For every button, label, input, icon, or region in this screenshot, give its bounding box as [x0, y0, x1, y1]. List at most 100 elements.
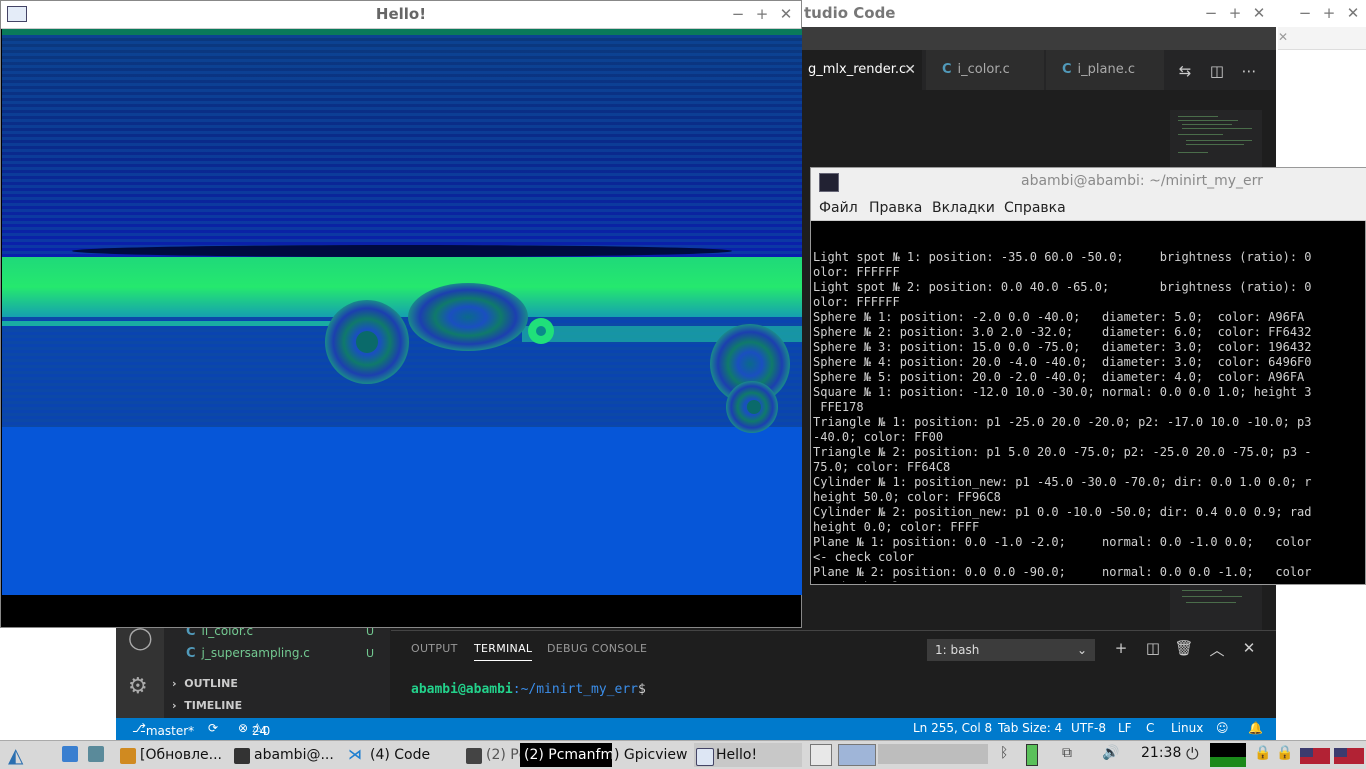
- taskbar-item-hello[interactable]: Hello!: [694, 743, 802, 767]
- menu-file[interactable]: Файл: [819, 200, 858, 216]
- split-editor-icon[interactable]: ◫: [1206, 62, 1228, 80]
- maximize-icon[interactable]: +: [753, 5, 771, 23]
- c-file-icon: C: [942, 62, 952, 77]
- branch-status[interactable]: ⎇ master*: [132, 721, 194, 738]
- add-terminal-icon[interactable]: +: [1111, 639, 1131, 657]
- terminal-icon: [819, 173, 839, 192]
- vscode-icon: ⋊: [348, 747, 362, 763]
- taskbar-item-terminal[interactable]: abambi@...: [232, 743, 338, 767]
- trash-icon[interactable]: 🗑: [1174, 639, 1194, 657]
- clock[interactable]: 21:38: [1141, 745, 1181, 761]
- background-tab-strip: ✕: [1278, 27, 1366, 50]
- split-terminal-icon[interactable]: ◫: [1143, 639, 1163, 657]
- background-window-titlebar: − + ✕: [1278, 0, 1366, 28]
- terminal-line: Sphere № 2: position: 3.0 2.0 -32.0; dia…: [813, 325, 1312, 339]
- keyboard-layout-flag-icon[interactable]: [1334, 748, 1364, 764]
- render-canvas[interactable]: [2, 29, 802, 595]
- menu-tabs[interactable]: Вкладки: [932, 200, 995, 216]
- more-actions-icon[interactable]: ⋯: [1238, 62, 1260, 80]
- terminal-line: height 0.0; color: FFFF: [813, 520, 980, 534]
- problems-status[interactable]: ⊗ 24 ⚠ 0: [238, 721, 270, 738]
- power-icon[interactable]: ⏻: [1186, 744, 1199, 764]
- bell-icon[interactable]: 🔔: [1248, 721, 1263, 735]
- gear-icon[interactable]: ⚙: [128, 674, 148, 699]
- explorer-file-row[interactable]: Cj_supersampling.c: [186, 646, 310, 661]
- warning-count: 0: [262, 724, 271, 738]
- feedback-icon[interactable]: ☺: [1216, 721, 1229, 735]
- tab-debug-console[interactable]: DEBUG CONSOLE: [547, 642, 647, 655]
- keyboard-layout-flag-icon[interactable]: [1300, 748, 1330, 764]
- hello-window: Hello! − + ✕: [0, 0, 802, 628]
- tab-output[interactable]: OUTPUT: [411, 642, 458, 655]
- taskbar-item-pcmanfm-2[interactable]: (2) Pcmanfm: [520, 743, 612, 767]
- render-black-strip: [1, 595, 801, 627]
- terminal-lines: Light spot № 1: position: -35.0 60.0 -50…: [813, 250, 1365, 582]
- cursor-position[interactable]: Ln 255, Col 8: [913, 721, 992, 735]
- taskbar-label: (4) Code: [370, 747, 431, 763]
- volume-icon[interactable]: 🔊: [1102, 745, 1119, 761]
- terminal-line: olor: FFFFFF: [813, 295, 900, 309]
- taskbar-label: [Обновле...: [140, 747, 222, 763]
- minimize-icon[interactable]: −: [1296, 4, 1314, 22]
- language-mode[interactable]: C: [1146, 721, 1154, 735]
- terminal-line: Sphere № 4: position: 20.0 -4.0 -40.0; d…: [813, 355, 1312, 369]
- close-icon[interactable]: ✕: [904, 50, 916, 90]
- close-icon[interactable]: ✕: [777, 5, 795, 23]
- file-name: j_supersampling.c: [201, 646, 310, 660]
- file-manager-icon[interactable]: [62, 746, 78, 762]
- taskbar-label: Hello!: [716, 747, 758, 763]
- tab-size[interactable]: Tab Size: 4: [998, 721, 1062, 735]
- tab-g-mlx-render[interactable]: g_mlx_render.c ✕: [792, 50, 922, 90]
- terminal-line: FFE178: [813, 400, 864, 414]
- maximize-icon[interactable]: +: [1320, 4, 1338, 22]
- taskbar-item-gpicview[interactable]: ) Gpicview: [612, 743, 692, 767]
- system-monitor-icon[interactable]: [88, 746, 104, 762]
- workspace-pager[interactable]: [810, 744, 990, 766]
- window-title: Hello!: [375, 5, 427, 23]
- tab-i-color[interactable]: Ci_color.c: [926, 50, 1044, 90]
- chevron-up-icon[interactable]: ︿: [1207, 639, 1227, 660]
- account-icon[interactable]: ◯: [128, 626, 153, 651]
- eol[interactable]: LF: [1118, 721, 1132, 735]
- minimize-icon[interactable]: −: [1202, 4, 1220, 22]
- lock-icon[interactable]: 🔒: [1276, 745, 1293, 761]
- terminal-output[interactable]: Light spot № 1: position: -35.0 60.0 -50…: [813, 220, 1365, 582]
- taskbar-item-code[interactable]: ⋊ (4) Code: [346, 743, 458, 767]
- terminal-line: Triangle № 1: position: p1 -25.0 20.0 -2…: [813, 415, 1312, 429]
- menu-help[interactable]: Справка: [1004, 200, 1066, 216]
- minimize-icon[interactable]: −: [729, 5, 747, 23]
- terminal-line: Sphere № 5: position: 20.0 -2.0 -40.0; d…: [813, 370, 1305, 384]
- folder-icon: [466, 748, 482, 764]
- timeline-section[interactable]: › TIMELINE: [172, 699, 242, 712]
- terminal-line: olor: FFFFFF: [813, 265, 900, 279]
- sync-icon[interactable]: ⟳: [208, 721, 218, 735]
- compare-changes-icon[interactable]: ⇆: [1174, 62, 1196, 80]
- close-icon[interactable]: ✕: [1250, 4, 1268, 22]
- tab-i-plane[interactable]: Ci_plane.c: [1046, 50, 1164, 90]
- network-icon[interactable]: ⧉: [1062, 745, 1072, 761]
- outline-section[interactable]: › OUTLINE: [172, 677, 238, 690]
- encoding[interactable]: UTF-8: [1071, 721, 1106, 735]
- tab-label: i_color.c: [957, 62, 1010, 77]
- close-icon[interactable]: ✕: [1239, 639, 1259, 657]
- battery-icon[interactable]: [1026, 744, 1038, 766]
- lock-icon[interactable]: 🔒: [1254, 745, 1271, 761]
- bluetooth-icon[interactable]: ᛒ: [1000, 745, 1008, 761]
- menu-edit[interactable]: Правка: [869, 200, 922, 216]
- terminal-line: 75.0; color: FF64C8: [813, 460, 951, 474]
- start-menu-icon[interactable]: ◭: [8, 743, 23, 767]
- c-file-icon: C: [186, 646, 196, 661]
- taskbar-label: (2) Pc: [486, 747, 520, 763]
- taskbar-item-pcmanfm-1[interactable]: (2) Pc: [464, 743, 520, 767]
- maximize-icon[interactable]: +: [1226, 4, 1244, 22]
- terminal-prompt[interactable]: abambi@abambi:~/minirt_my_err$: [411, 682, 646, 697]
- bottom-panel: OUTPUT TERMINAL DEBUG CONSOLE 1: bash ⌄ …: [391, 630, 1276, 719]
- terminal-select[interactable]: 1: bash ⌄: [927, 639, 1095, 661]
- close-icon[interactable]: ✕: [1344, 4, 1362, 22]
- tab-terminal[interactable]: TERMINAL: [474, 642, 533, 661]
- terminal-line: Cylinder № 1: position_new: p1 -45.0 -30…: [813, 475, 1312, 489]
- terminal-line: -40.0; color: FF00: [813, 430, 944, 444]
- taskbar-item-update[interactable]: [Обновле...: [118, 743, 224, 767]
- platform[interactable]: Linux: [1171, 721, 1203, 735]
- close-icon[interactable]: ✕: [1278, 30, 1288, 44]
